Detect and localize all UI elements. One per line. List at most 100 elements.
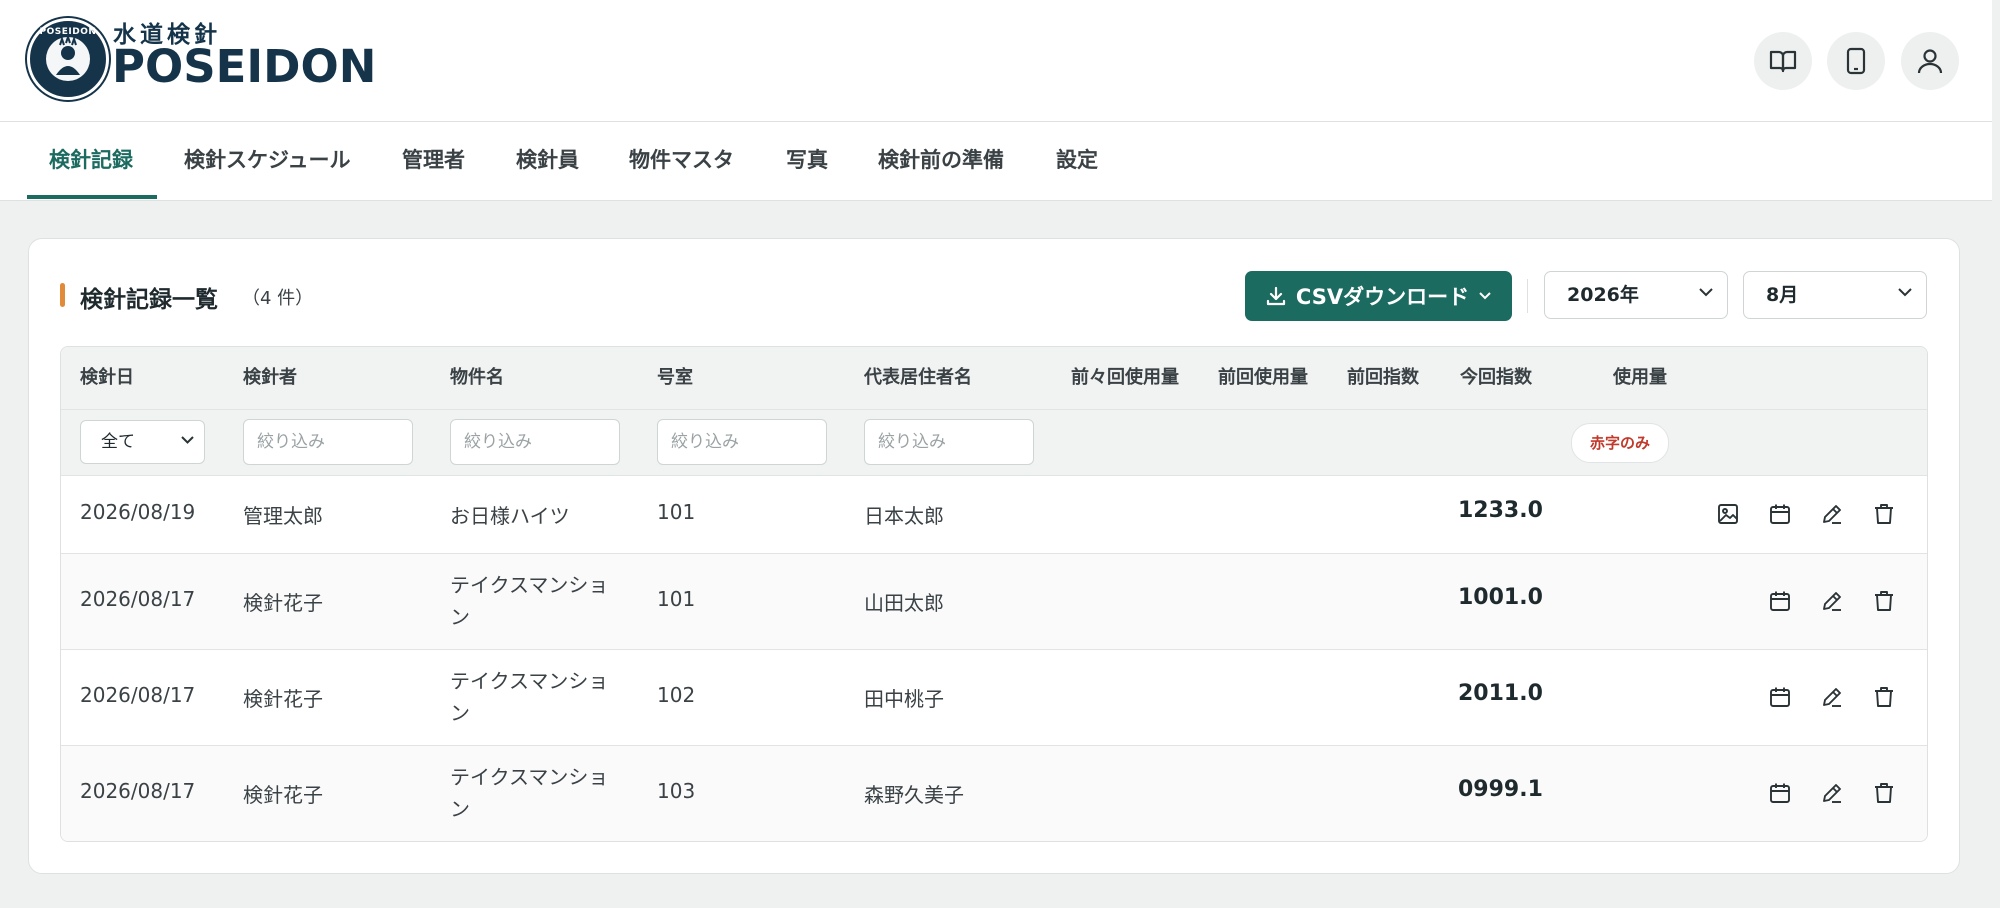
edit-button[interactable] — [1817, 682, 1847, 712]
chevron-down-icon — [1699, 288, 1713, 297]
calendar-icon — [1769, 782, 1791, 804]
user-icon — [1917, 48, 1943, 74]
tab-reading-schedule[interactable]: 検針スケジュール — [184, 122, 351, 200]
delete-button[interactable] — [1869, 499, 1899, 529]
col-previous-reading[interactable]: 前回指数 — [1347, 347, 1419, 409]
table-header: 検針日 検針者 物件名 号室 代表居住者名 前々回使用量 前回使用量 前回指数 … — [61, 347, 1927, 410]
cell-room: 101 — [657, 500, 696, 524]
logo-title: POSEIDON — [112, 40, 377, 93]
red-only-filter-toggle[interactable]: 赤字のみ — [1571, 423, 1669, 463]
year-select-value: 2026年 — [1567, 284, 1639, 306]
tab-settings[interactable]: 設定 — [1056, 122, 1098, 200]
cell-property: テイクスマンション — [450, 573, 609, 629]
col-resident[interactable]: 代表居住者名 — [864, 347, 972, 409]
col-reading-date[interactable]: 検針日 — [80, 347, 134, 409]
edit-button[interactable] — [1817, 499, 1847, 529]
edit-button[interactable] — [1817, 586, 1847, 616]
pencil-icon — [1821, 782, 1843, 804]
cell-date: 2026/08/17 — [80, 683, 196, 707]
manual-button[interactable] — [1754, 32, 1812, 90]
date-filter-value: 全て — [101, 432, 135, 452]
account-button[interactable] — [1901, 32, 1959, 90]
tab-photos[interactable]: 写真 — [786, 122, 828, 200]
col-room[interactable]: 号室 — [657, 347, 693, 409]
date-filter-select[interactable]: 全て — [80, 420, 205, 464]
month-select[interactable]: 8月 — [1743, 271, 1927, 319]
edit-button[interactable] — [1817, 778, 1847, 808]
schedule-button[interactable] — [1765, 778, 1795, 808]
table-row[interactable]: 2026/08/17 検針花子 テイクスマンション 101 山田太郎 1001.… — [61, 554, 1927, 650]
download-icon — [1266, 286, 1286, 306]
schedule-button[interactable] — [1765, 682, 1795, 712]
calendar-icon — [1769, 686, 1791, 708]
cell-reader: 検針花子 — [243, 783, 323, 807]
col-current-reading[interactable]: 今回指数 — [1460, 347, 1532, 409]
pencil-icon — [1821, 686, 1843, 708]
trash-icon — [1873, 503, 1895, 525]
pencil-icon — [1821, 590, 1843, 612]
cell-property: テイクスマンション — [450, 765, 609, 821]
cell-date: 2026/08/17 — [80, 779, 196, 803]
chevron-down-icon — [181, 436, 194, 444]
chevron-down-icon — [1898, 288, 1912, 297]
calendar-icon — [1769, 503, 1791, 525]
logo-emblem-icon — [46, 37, 90, 81]
tab-meter-readers[interactable]: 検針員 — [516, 122, 579, 200]
photo-button[interactable] — [1713, 499, 1743, 529]
tab-reading-records[interactable]: 検針記録 — [49, 122, 133, 200]
tablet-icon — [1846, 47, 1866, 75]
room-filter-input[interactable] — [657, 419, 827, 465]
cell-date: 2026/08/17 — [80, 587, 196, 611]
title-accent-bar — [60, 283, 65, 307]
cell-date: 2026/08/19 — [80, 500, 196, 524]
property-filter-input[interactable] — [450, 419, 620, 465]
reader-filter-input[interactable] — [243, 419, 413, 465]
trash-icon — [1873, 686, 1895, 708]
table-row[interactable]: 2026/08/19 管理太郎 お日様ハイツ 101 日本太郎 1233.0 — [61, 476, 1927, 554]
record-count: （4 件） — [242, 288, 314, 309]
cell-resident: 田中桃子 — [864, 687, 944, 711]
cell-reader: 管理太郎 — [243, 504, 323, 528]
delete-button[interactable] — [1869, 778, 1899, 808]
records-table: 検針日 検針者 物件名 号室 代表居住者名 前々回使用量 前回使用量 前回指数 … — [60, 346, 1928, 842]
cell-current-reading: 1233.0 — [1458, 498, 1543, 523]
cell-current-reading: 0999.1 — [1458, 777, 1543, 802]
schedule-button[interactable] — [1765, 586, 1795, 616]
chevron-down-icon — [1479, 292, 1491, 300]
cell-current-reading: 1001.0 — [1458, 585, 1543, 610]
cell-reader: 検針花子 — [243, 687, 323, 711]
delete-button[interactable] — [1869, 682, 1899, 712]
table-row[interactable]: 2026/08/17 検針花子 テイクスマンション 103 森野久美子 0999… — [61, 746, 1927, 841]
cell-current-reading: 2011.0 — [1458, 681, 1543, 706]
poseidon-logo-badge[interactable]: POSEIDON — [27, 18, 109, 100]
app-header: POSEIDON 水道検針 POSEIDON — [0, 0, 1992, 122]
device-button[interactable] — [1827, 32, 1885, 90]
tab-administrators[interactable]: 管理者 — [402, 122, 465, 200]
image-icon — [1717, 503, 1739, 525]
col-property[interactable]: 物件名 — [450, 347, 504, 409]
filter-row: 全て 赤字のみ — [61, 410, 1927, 476]
year-select[interactable]: 2026年 — [1544, 271, 1728, 319]
col-usage-two-before[interactable]: 前々回使用量 — [1071, 347, 1179, 409]
cell-reader: 検針花子 — [243, 591, 323, 615]
csv-download-button[interactable]: CSVダウンロード — [1245, 271, 1512, 321]
active-tab-indicator — [27, 195, 157, 199]
col-usage[interactable]: 使用量 — [1613, 347, 1667, 409]
resident-filter-input[interactable] — [864, 419, 1034, 465]
trash-icon — [1873, 782, 1895, 804]
book-icon — [1769, 49, 1797, 73]
month-select-value: 8月 — [1766, 284, 1799, 306]
col-reader[interactable]: 検針者 — [243, 347, 297, 409]
schedule-button[interactable] — [1765, 499, 1795, 529]
csv-download-label: CSVダウンロード — [1295, 285, 1470, 309]
trash-icon — [1873, 590, 1895, 612]
cell-room: 102 — [657, 683, 696, 707]
cell-property: お日様ハイツ — [450, 504, 570, 528]
tab-property-master[interactable]: 物件マスタ — [629, 122, 734, 200]
cell-room: 101 — [657, 587, 696, 611]
cell-room: 103 — [657, 779, 696, 803]
table-row[interactable]: 2026/08/17 検針花子 テイクスマンション 102 田中桃子 2011.… — [61, 650, 1927, 746]
delete-button[interactable] — [1869, 586, 1899, 616]
col-previous-usage[interactable]: 前回使用量 — [1218, 347, 1308, 409]
tab-preparation[interactable]: 検針前の準備 — [878, 122, 1004, 200]
